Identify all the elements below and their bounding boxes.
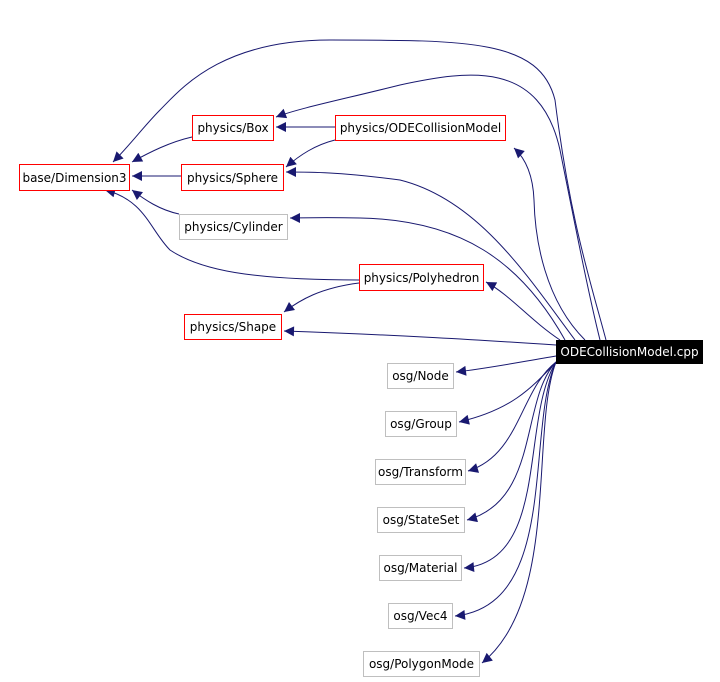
node-base-dimension3[interactable]: base/Dimension3 [19, 164, 130, 191]
node-physics-polyhedron[interactable]: physics/Polyhedron [359, 264, 484, 291]
node-osg-group[interactable]: osg/Group [385, 411, 457, 437]
edge-cylinder-to-dim [131, 189, 180, 215]
edge-root-to-stateset [466, 361, 557, 523]
node-physics-cylinder[interactable]: physics/Cylinder [179, 214, 288, 240]
edge-root-to-sphere [285, 167, 576, 341]
edge-box-to-dim [131, 136, 193, 163]
node-physics-shape[interactable]: physics/Shape [184, 314, 282, 340]
node-physics-box[interactable]: physics/Box [192, 115, 274, 141]
edge-root-to-node [455, 355, 557, 376]
node-osg-stateset[interactable]: osg/StateSet [377, 507, 465, 533]
node-osg-polygonmode[interactable]: osg/PolygonMode [363, 651, 480, 677]
include-dependency-graph: ODECollisionModel.cpp base/Dimension3 ph… [0, 0, 720, 682]
node-odecollisionmodel-cpp[interactable]: ODECollisionModel.cpp [556, 340, 703, 364]
node-osg-vec4[interactable]: osg/Vec4 [388, 603, 453, 629]
node-osg-material[interactable]: osg/Material [379, 555, 462, 581]
edge-root-to-poly [485, 281, 561, 341]
node-osg-transform[interactable]: osg/Transform [375, 459, 466, 485]
node-physics-odecollisionmodel[interactable]: physics/ODECollisionModel [335, 115, 506, 141]
node-physics-sphere[interactable]: physics/Sphere [181, 164, 284, 191]
edge-root-to-shape [283, 326, 557, 346]
edge-ode-to-sphere [285, 139, 336, 168]
node-osg-node[interactable]: osg/Node [387, 363, 454, 389]
edge-root-to-group [458, 361, 557, 425]
edge-poly-to-shape [283, 282, 360, 313]
